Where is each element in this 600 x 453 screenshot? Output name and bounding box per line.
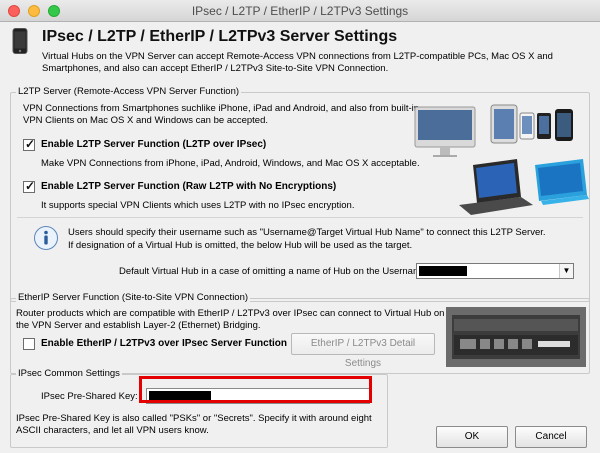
etherip-server-group: EtherIP Server Function (Site-to-Site VP…: [10, 292, 590, 374]
page-title: IPsec / L2TP / EtherIP / L2TPv3 Server S…: [42, 28, 398, 45]
l2tp-ipsec-checkbox[interactable]: ✓: [23, 137, 36, 151]
psk-highlight-box: [139, 376, 372, 403]
info-icon: [34, 226, 58, 250]
etherip-server-legend: EtherIP Server Function (Site-to-Site VP…: [16, 292, 251, 303]
l2tp-info-line-1: Users should specify their username such…: [68, 227, 546, 238]
l2tp-info-line-2: If designation of a Virtual Hub is omitt…: [68, 240, 413, 251]
etherip-checkbox-label[interactable]: Enable EtherIP / L2TPv3 over IPsec Serve…: [41, 338, 287, 349]
psk-label: IPsec Pre-Shared Key:: [41, 391, 138, 402]
page-description: Virtual Hubs on the VPN Server can accep…: [42, 51, 553, 74]
l2tp-server-legend: L2TP Server (Remote-Access VPN Server Fu…: [16, 86, 242, 97]
chevron-down-icon[interactable]: ▼: [559, 264, 573, 278]
window-title: IPsec / L2TP / EtherIP / L2TPv3 Settings: [191, 4, 409, 18]
dialog-body: IPsec / L2TP / EtherIP / L2TPv3 Server S…: [0, 22, 600, 453]
ok-button[interactable]: OK: [436, 426, 508, 448]
l2tp-ipsec-hint: Make VPN Connections from iPhone, iPad, …: [41, 158, 420, 169]
check-icon: ✓: [24, 137, 36, 151]
psk-note: IPsec Pre-Shared Key is also called "PSK…: [16, 413, 372, 436]
vpn-devices-illustration: [414, 104, 589, 215]
etherip-intro-text: Router products which are compatible wit…: [16, 308, 445, 331]
settings-window: IPsec / L2TP / EtherIP / L2TPv3 Settings…: [0, 0, 600, 453]
router-device-illustration: [446, 307, 586, 367]
default-hub-label: Default Virtual Hub in a case of omittin…: [119, 266, 429, 277]
title-bar: IPsec / L2TP / EtherIP / L2TPv3 Settings: [0, 0, 600, 22]
l2tp-raw-checkbox-label[interactable]: Enable L2TP Server Function (Raw L2TP wi…: [41, 181, 336, 192]
l2tp-raw-hint: It supports special VPN Clients which us…: [41, 200, 355, 211]
redacted-hub-name: [419, 266, 467, 276]
ipsec-common-legend: IPsec Common Settings: [16, 368, 122, 379]
check-icon: ✓: [24, 179, 36, 193]
etherip-checkbox[interactable]: [23, 338, 35, 350]
cancel-button[interactable]: Cancel: [515, 426, 587, 448]
l2tp-raw-checkbox[interactable]: ✓: [23, 179, 36, 193]
l2tp-ipsec-checkbox-label[interactable]: Enable L2TP Server Function (L2TP over I…: [41, 139, 266, 150]
l2tp-intro-text: VPN Connections from Smartphones suchlik…: [23, 103, 420, 126]
default-hub-select[interactable]: ▼: [416, 263, 574, 279]
l2tp-server-group: L2TP Server (Remote-Access VPN Server Fu…: [10, 86, 590, 302]
smartphone-icon: [12, 28, 28, 54]
etherip-detail-settings-button[interactable]: EtherIP / L2TPv3 Detail Settings: [291, 333, 435, 369]
